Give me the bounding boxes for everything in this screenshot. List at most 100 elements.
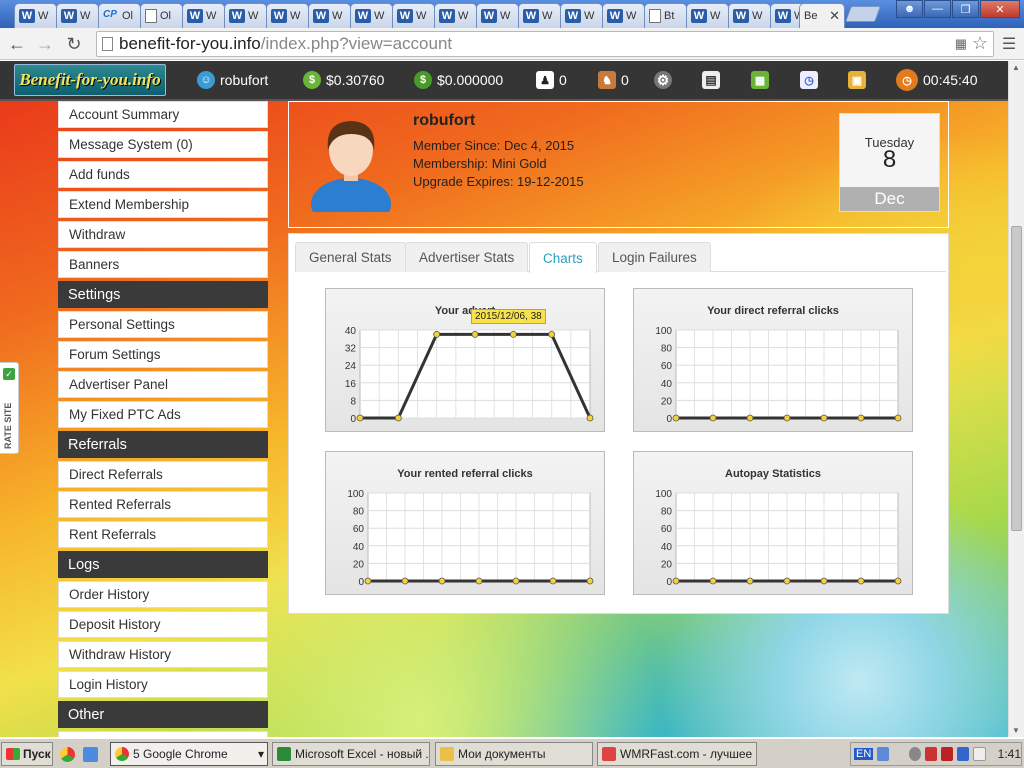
tab-charts[interactable]: Charts [529, 242, 597, 273]
y-tick-label: 24 [345, 361, 357, 372]
y-tick-label: 80 [661, 344, 673, 355]
doc-icon [649, 9, 661, 23]
bookmark-star-icon[interactable]: ☆ [972, 33, 988, 54]
scroll-thumb[interactable] [1011, 226, 1022, 531]
system-tray: EN 1:41 [850, 742, 1022, 766]
rented-count[interactable]: ♞ 0 [598, 61, 629, 99]
vertical-scrollbar[interactable]: ▲ ▼ [1008, 61, 1024, 737]
start-button[interactable]: Пуск [1, 742, 53, 766]
browser-tab-active[interactable]: Be ✕ [799, 3, 845, 28]
lang-indicator[interactable]: EN [854, 748, 874, 760]
browser-tab[interactable]: Bt [644, 3, 687, 28]
sidebar-item-login-history[interactable]: Login History [58, 671, 268, 698]
browser-tab[interactable]: WW [308, 3, 351, 28]
sidebar-item-add-funds[interactable]: Add funds [58, 161, 268, 188]
url-path: /index.php?view=account [260, 34, 453, 53]
taskbar-task[interactable]: 5 Google Chrome ▾ [110, 742, 268, 766]
browser-tab[interactable]: WW [56, 3, 99, 28]
data-point [783, 577, 791, 585]
maximize-button[interactable]: ❐ [952, 0, 979, 18]
browser-tab[interactable]: WW [266, 3, 309, 28]
antivirus-icon[interactable] [941, 747, 954, 761]
reload-icon[interactable]: ↻ [63, 33, 85, 55]
taskbar-task[interactable]: WMRFast.com - лучшее ... [597, 742, 757, 766]
sidebar-item-advertiser-panel[interactable]: Advertiser Panel [58, 371, 268, 398]
quicklaunch-icon[interactable] [83, 747, 98, 762]
main-balance[interactable]: $ $0.30760 [303, 61, 384, 99]
sidebar-item-withdraw[interactable]: Withdraw [58, 221, 268, 248]
new-tab-button[interactable] [845, 6, 881, 22]
tray-app-icon[interactable] [925, 747, 938, 761]
sidebar-heading-logs: Logs [58, 551, 268, 578]
tab-login-failures[interactable]: Login Failures [598, 242, 711, 272]
purchase-balance[interactable]: $ $0.000000 [414, 61, 503, 99]
sidebar-item-forum-settings[interactable]: Forum Settings [58, 341, 268, 368]
messages-link[interactable]: ◷ [800, 61, 818, 99]
tray-app-icon[interactable] [957, 747, 970, 761]
scroll-up-icon[interactable]: ▲ [1012, 63, 1020, 72]
lock-link[interactable]: ▣ [848, 61, 866, 99]
tab-advertiser-stats[interactable]: Advertiser Stats [405, 242, 529, 272]
browser-tab[interactable]: WW [560, 3, 603, 28]
sidebar-item-banners[interactable]: Banners [58, 251, 268, 278]
sidebar-item-rented-referrals[interactable]: Rented Referrals [58, 491, 268, 518]
browser-tab[interactable]: Ol [140, 3, 183, 28]
sidebar-item-account-summary[interactable]: Account Summary [58, 101, 268, 128]
chart-2: Your direct referral clicks 0 20 40 60 80 100 [633, 288, 913, 432]
sidebar-item-message-system-0[interactable]: Message System (0) [58, 131, 268, 158]
menu-icon[interactable]: ☰ [998, 33, 1020, 55]
browser-tab[interactable]: WW [350, 3, 393, 28]
sidebar-item-direct-referrals[interactable]: Direct Referrals [58, 461, 268, 488]
volume-icon[interactable] [973, 747, 986, 761]
referrals-count[interactable]: ♟ 0 [536, 61, 567, 99]
close-tab-icon[interactable]: ✕ [829, 8, 840, 24]
y-tick-label: 100 [655, 326, 672, 337]
forward-icon[interactable]: → [34, 33, 56, 55]
taskbar-task[interactable]: Мои документы [435, 742, 593, 766]
stats-link[interactable]: ▦ [751, 61, 769, 99]
data-point [364, 577, 372, 585]
browser-tab[interactable]: WW [602, 3, 645, 28]
browser-tab[interactable]: WW [14, 3, 57, 28]
username-link[interactable]: ☺ robufort [197, 61, 268, 99]
sidebar-item-my-fixed-ptc-ads[interactable]: My Fixed PTC Ads [58, 401, 268, 428]
sidebar-item-extend-membership[interactable]: Extend Membership [58, 191, 268, 218]
rate-site-widget[interactable]: ✓ RATE SITE [0, 362, 19, 454]
sidebar-item-withdraw-history[interactable]: Withdraw History [58, 641, 268, 668]
browser-tab[interactable]: WW [182, 3, 225, 28]
translate-icon[interactable]: ▦ [955, 36, 967, 52]
browser-tab[interactable]: WW [728, 3, 771, 28]
browser-tab[interactable]: WW [518, 3, 561, 28]
minimize-button[interactable]: — [924, 0, 951, 18]
browser-tab[interactable]: WW [476, 3, 519, 28]
sidebar-item-deposit-history[interactable]: Deposit History [58, 611, 268, 638]
browser-tab[interactable]: WW [686, 3, 729, 28]
site-logo[interactable]: Benefit-for-you.info [14, 64, 166, 96]
sidebar-item-profit-calculator[interactable]: Profit Calculator [58, 731, 268, 737]
chart-plot: 0 20 40 60 80 100 [655, 326, 902, 425]
browser-tab[interactable]: WW [224, 3, 267, 28]
tray-app-icon[interactable] [909, 747, 922, 761]
sidebar-item-rent-referrals[interactable]: Rent Referrals [58, 521, 268, 548]
network-icon[interactable] [877, 747, 890, 761]
cart-link[interactable]: ▤ [702, 61, 720, 99]
browser-tab[interactable]: CP Ol [98, 3, 141, 28]
browser-tab[interactable]: WW [392, 3, 435, 28]
address-bar[interactable]: benefit-for-you.info/index.php?view=acco… [96, 31, 994, 57]
settings-link[interactable]: ⚙ [654, 61, 672, 99]
back-icon[interactable]: ← [6, 33, 28, 55]
day-number: 8 [882, 146, 897, 173]
data-point [438, 577, 446, 585]
scroll-down-icon[interactable]: ▼ [1012, 726, 1020, 735]
sidebar-item-order-history[interactable]: Order History [58, 581, 268, 608]
tab-general-stats[interactable]: General Stats [295, 242, 406, 272]
close-window-button[interactable]: ✕ [980, 0, 1020, 18]
y-tick-label: 0 [350, 414, 356, 425]
data-point [672, 414, 680, 422]
user-icon[interactable]: ☻ [896, 0, 923, 18]
data-point [401, 577, 409, 585]
browser-tab[interactable]: WW [434, 3, 477, 28]
chrome-quicklaunch-icon[interactable] [60, 747, 75, 762]
taskbar-task[interactable]: Microsoft Excel - новый ... [272, 742, 430, 766]
sidebar-item-personal-settings[interactable]: Personal Settings [58, 311, 268, 338]
